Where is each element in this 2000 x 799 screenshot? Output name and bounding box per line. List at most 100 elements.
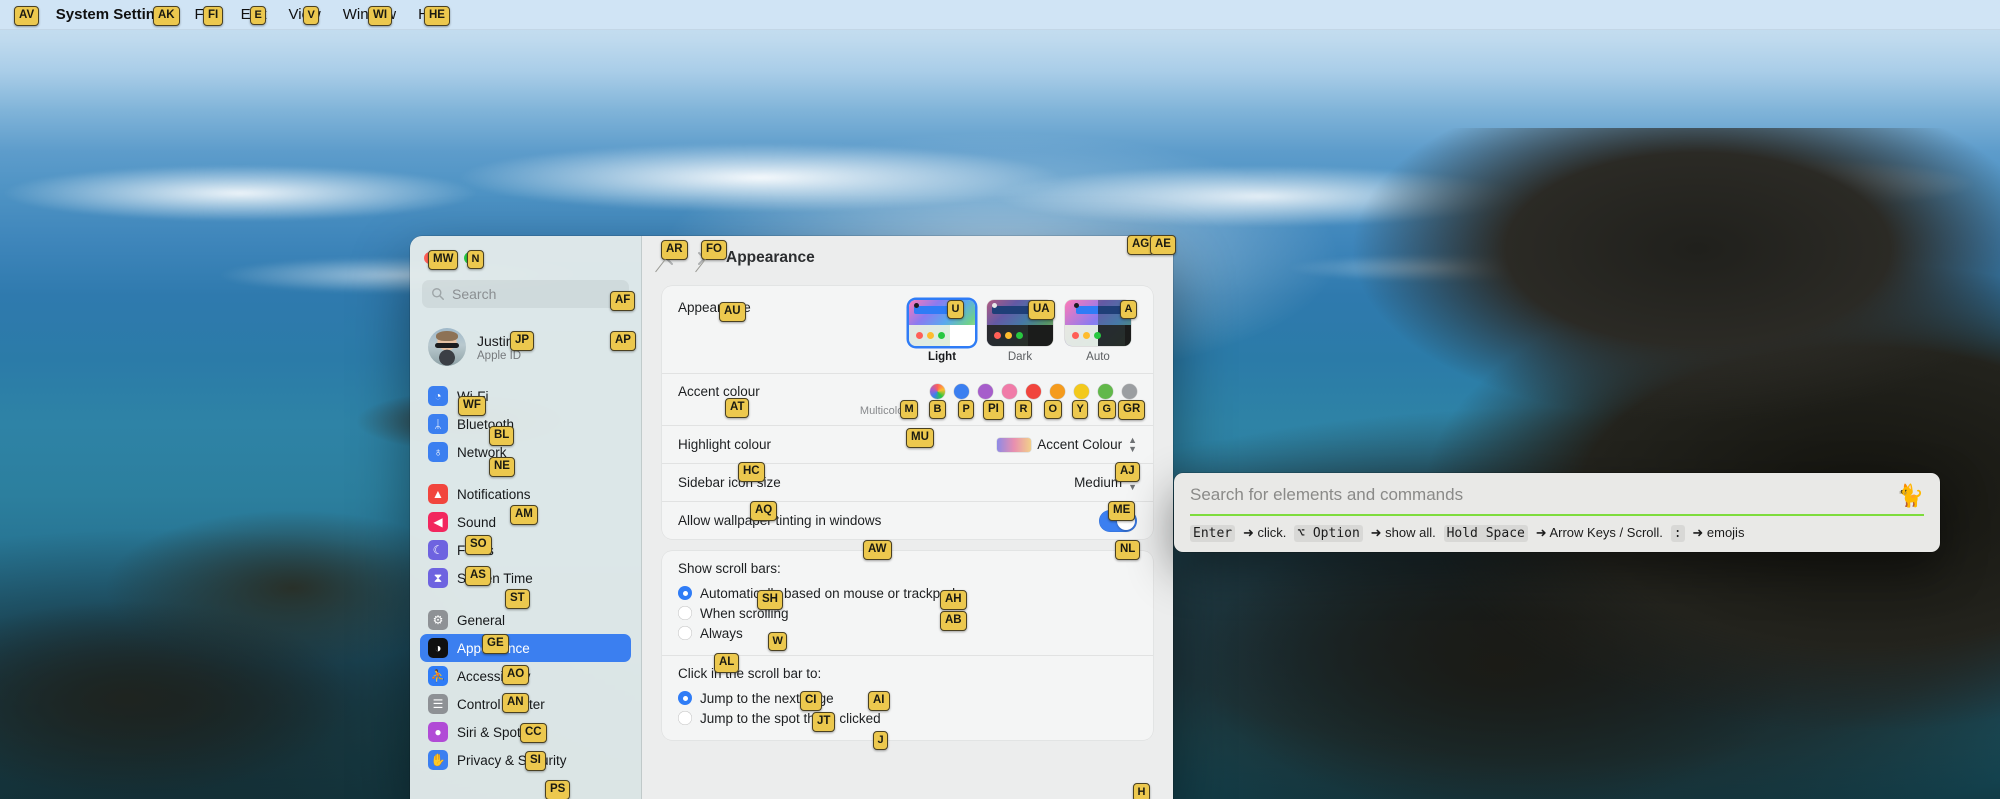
sidebar-item-label: Control Center [457,696,545,712]
radio-show-scroll-auto[interactable]: Automatically based on mouse or trackpad [678,583,1137,603]
hint-badge-o[interactable]: O [1044,400,1062,419]
radio-show-scroll-when-scrolling[interactable]: When scrolling [678,603,1137,623]
radio-icon [678,606,692,620]
hint-badge-ah[interactable]: AH [940,590,967,610]
command-palette: Search for elements and commands 🐈 Enter… [1174,473,1940,552]
focus-icon: ☾ [428,540,448,560]
hint-badge-j[interactable]: J [873,731,889,750]
hint-badge-ab[interactable]: AB [940,611,967,631]
hint-badge-ae[interactable]: AE [1150,235,1176,255]
hint-badge-me[interactable]: ME [1108,501,1136,521]
menu-bar:  System Settings File Edit View Window … [0,0,2000,30]
hint-badge-h[interactable]: H [1133,783,1150,799]
hint-badge-hc[interactable]: HC [738,462,765,482]
hint-badge-fi[interactable]: FI [203,6,224,26]
hint-text-emojis: ➜ emojis [1692,525,1745,540]
hint-badge-so[interactable]: SO [465,535,492,555]
hint-badge-wi[interactable]: WI [368,6,393,26]
chevron-updown-icon[interactable]: ▲▼ [1128,435,1137,454]
avatar-sunglasses [434,343,460,349]
accent-swatch-purple[interactable] [978,384,993,399]
hint-badge-af[interactable]: AF [610,291,636,311]
hint-badge-ai[interactable]: AI [868,691,890,711]
hint-badge-cc[interactable]: CC [520,723,547,743]
sidebar-item-appearance[interactable]: ◑Appearance [420,634,631,662]
sidebar-item-screen-time[interactable]: ⧗ Screen Time [420,564,631,592]
sidebar-item-focus[interactable]: ☾Focus [420,536,631,564]
hint-badge-ao[interactable]: AO [502,665,530,685]
accent-swatch-pink[interactable] [1002,384,1017,399]
hint-badge-ar[interactable]: AR [655,240,688,285]
hint-badge-al[interactable]: AL [714,653,740,673]
hint-badge-at[interactable]: AT [725,398,750,418]
hint-badge-w[interactable]: W [768,632,788,651]
hint-badge-mw[interactable]: MW [428,250,459,270]
sidebar-item-notifications[interactable]: ▲ Notifications [420,480,631,508]
hint-badge-pi[interactable]: PI [983,400,1004,420]
accent-swatch-orange[interactable] [1050,384,1065,399]
theme-options: Light Dark Auto [909,300,1131,363]
palette-search-input[interactable]: Search for elements and commands [1190,485,1463,514]
hint-badge-ci[interactable]: CI [800,691,822,711]
hint-badge-ua[interactable]: UA [1028,300,1055,320]
radio-jump-next-page[interactable]: Jump to the next page [678,688,1137,708]
hint-badge-au[interactable]: AU [719,302,746,322]
hint-badge-aq[interactable]: AQ [750,501,778,521]
sidebar-search-field[interactable]: Search [422,280,629,308]
hint-badge-as[interactable]: AS [465,566,491,586]
hint-badge-y[interactable]: Y [1072,400,1089,419]
sidebar-item-wi-fi[interactable]: ◔Wi-Fi [420,382,631,410]
hint-badge-v[interactable]: V [303,6,320,25]
hint-badge-jt[interactable]: JT [812,712,836,732]
radio-jump-spot-clicked[interactable]: Jump to the spot that’s clicked [678,708,1137,728]
accent-swatch-yellow[interactable] [1074,384,1089,399]
hint-badge-nl[interactable]: NL [1115,540,1141,560]
hint-badge-ak[interactable]: AK [153,6,180,26]
accent-swatch-red[interactable] [1026,384,1041,399]
hint-badge-a[interactable]: A [1120,300,1137,319]
hint-badge-st[interactable]: ST [505,589,530,609]
hint-badge-jp[interactable]: JP [510,331,535,351]
hint-badge-p[interactable]: P [958,400,975,419]
hint-badge-ge[interactable]: GE [482,634,509,654]
theme-option-light[interactable]: Light [909,300,975,363]
accent-swatch-green[interactable] [1098,384,1113,399]
hint-badge-r[interactable]: R [1015,400,1032,419]
radio-show-scroll-always[interactable]: Always [678,623,1137,643]
accent-swatch-multicolour[interactable] [930,384,945,399]
hint-badge-aj[interactable]: AJ [1115,462,1140,482]
hint-badge-n[interactable]: N [467,250,484,269]
hint-badge-m[interactable]: M [900,400,919,419]
hint-badge-ne[interactable]: NE [489,457,515,477]
hint-badge-bl[interactable]: BL [489,426,515,446]
accent-swatch-blue[interactable] [954,384,969,399]
hint-badge-mu[interactable]: MU [906,428,934,448]
hint-badge-aw[interactable]: AW [863,540,892,560]
hint-badge-fo[interactable]: FO [695,240,727,285]
hint-badge-am[interactable]: AM [510,505,538,525]
theme-label-auto: Auto [1086,351,1110,363]
hint-badge-ap[interactable]: AP [610,331,636,351]
hint-badge-wf[interactable]: WF [458,396,486,416]
radio-icon [678,711,692,725]
hint-badge-u[interactable]: U [947,300,964,319]
accent-swatch-graphite[interactable] [1122,384,1137,399]
hint-badge-b[interactable]: B [929,400,946,419]
hint-badge-gr[interactable]: GR [1118,400,1146,420]
hint-badge-e[interactable]: E [250,6,267,25]
hint-badge-ps[interactable]: PS [545,780,571,799]
sidebar-item-general[interactable]: ⚙ General [420,606,631,634]
account-subtitle: Apple ID [477,349,522,362]
hint-badge-si[interactable]: SI [525,751,546,771]
hint-badge-he[interactable]: HE [424,6,450,26]
sidebar-icon-size-row[interactable]: Sidebar icon size Medium ▲▼ [662,463,1153,501]
hint-badge-sh[interactable]: SH [757,590,783,610]
sidebar-item-bluetooth[interactable]: ᛦ Bluetooth [420,410,631,438]
screen-time-icon: ⧗ [428,568,448,588]
hint-badge-av[interactable]: AV [14,6,40,26]
hint-badge-g[interactable]: G [1098,400,1116,419]
hint-badge-an[interactable]: AN [502,693,529,713]
sidebar-item-network[interactable]: ♁ Network [420,438,631,466]
appearance-icon: ◑ [428,638,448,658]
radio-icon [678,586,692,600]
